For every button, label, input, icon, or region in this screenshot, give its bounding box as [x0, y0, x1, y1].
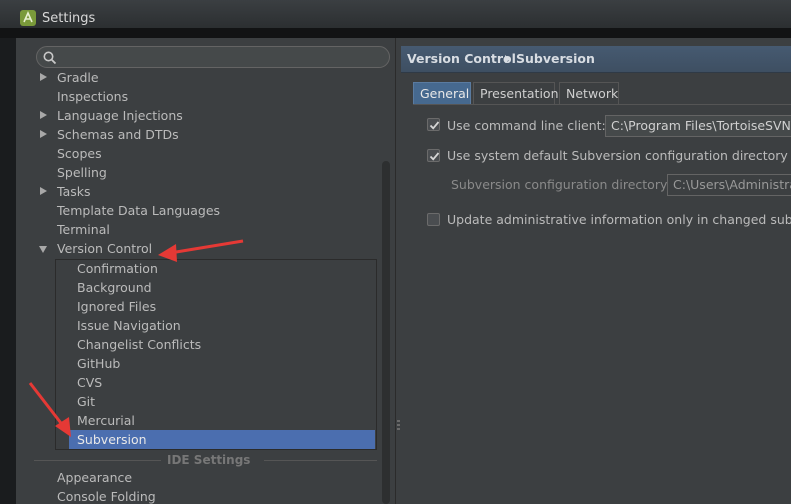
tree-item-mercurial[interactable]: Mercurial [77, 411, 135, 430]
tree-item-label: Spelling [57, 165, 107, 180]
expand-right-icon[interactable] [40, 130, 47, 138]
expand-right-icon[interactable] [40, 187, 47, 195]
use-command-line-client-label: Use command line client: [447, 118, 606, 133]
breadcrumb: Version Control Subversion [401, 46, 791, 73]
tree-item-changelist-conflicts[interactable]: Changelist Conflicts [77, 335, 201, 354]
use-system-default-label: Use system default Subversion configurat… [447, 148, 788, 163]
tree-item-label: Schemas and DTDs [57, 127, 179, 142]
tree-item-version-control[interactable]: Version Control [16, 239, 376, 258]
tree-item-issue-navigation[interactable]: Issue Navigation [77, 316, 181, 335]
breadcrumb-separator-icon [505, 55, 510, 63]
tree-item-tasks[interactable]: Tasks [16, 182, 376, 201]
use-system-default-checkbox[interactable] [427, 149, 440, 162]
settings-tree-pane: Gradle Inspections Language Injections Sche… [16, 38, 395, 504]
breadcrumb-current: Subversion [516, 51, 595, 66]
window-title: Settings [42, 11, 96, 26]
tree-item-git[interactable]: Git [77, 392, 95, 411]
tree-item-label: Gradle [57, 70, 99, 85]
settings-content-pane: Version Control Subversion General Prese… [401, 38, 791, 504]
config-directory-input[interactable]: C:\Users\Administrato [667, 174, 791, 196]
tree-item-label: Inspections [57, 89, 129, 104]
tree-item-confirmation[interactable]: Confirmation [77, 259, 158, 278]
tab-presentation[interactable]: Presentation [473, 82, 559, 105]
update-admin-info-label: Update administrative information only i… [447, 212, 791, 227]
section-header: IDE Settings [167, 453, 251, 467]
checkmark-icon [429, 121, 440, 130]
tree-item-terminal[interactable]: Terminal [16, 220, 376, 239]
tree-item-label: Tasks [57, 184, 91, 199]
checkmark-icon [429, 152, 440, 161]
tab-network[interactable]: Network [559, 82, 619, 105]
tree-item-cvs[interactable]: CVS [77, 373, 102, 392]
tree-item-language-injections[interactable]: Language Injections [16, 106, 376, 125]
tree-item-template-data-languages[interactable]: Template Data Languages [16, 201, 376, 220]
tree-item-gradle[interactable]: Gradle [16, 68, 376, 87]
command-line-client-path-input[interactable]: C:\Program Files\TortoiseSVN\ [605, 115, 791, 137]
tree-item-label: Subversion [77, 432, 147, 447]
tab-divider [413, 104, 791, 105]
tree-scrollbar[interactable] [382, 161, 390, 504]
tree-item-spelling[interactable]: Spelling [16, 163, 376, 182]
expand-right-icon[interactable] [40, 111, 47, 119]
tree-item-ignored-files[interactable]: Ignored Files [77, 297, 156, 316]
tab-general[interactable]: General [413, 82, 471, 105]
tree-item-inspections[interactable]: Inspections [16, 87, 376, 106]
expand-down-icon[interactable] [39, 246, 47, 253]
tree-item-appearance[interactable]: Appearance [57, 468, 132, 487]
android-studio-icon [20, 10, 36, 26]
tree-item-schemas-and-dtds[interactable]: Schemas and DTDs [16, 125, 376, 144]
tree-item-label: Version Control [57, 241, 153, 256]
search-icon [43, 51, 57, 65]
tree-item-label: Terminal [57, 222, 110, 237]
tree-item-label: Template Data Languages [57, 203, 221, 218]
tree-item-label: Language Injections [57, 108, 183, 123]
expand-right-icon[interactable] [40, 73, 47, 81]
tree-item-background[interactable]: Background [77, 278, 152, 297]
update-admin-info-checkbox[interactable] [427, 213, 440, 226]
config-directory-label: Subversion configuration directory: [451, 177, 671, 192]
tree-item-subversion[interactable]: Subversion [69, 430, 375, 449]
tree-item-label: Scopes [57, 146, 102, 161]
title-bar-shadow [0, 28, 791, 38]
tree-item-console-folding[interactable]: Console Folding [57, 487, 156, 504]
search-input[interactable] [36, 46, 390, 68]
use-command-line-client-checkbox[interactable] [427, 118, 440, 131]
breadcrumb-parent: Version Control [407, 51, 516, 66]
tree-item-github[interactable]: GitHub [77, 354, 120, 373]
tree-item-scopes[interactable]: Scopes [16, 144, 376, 163]
